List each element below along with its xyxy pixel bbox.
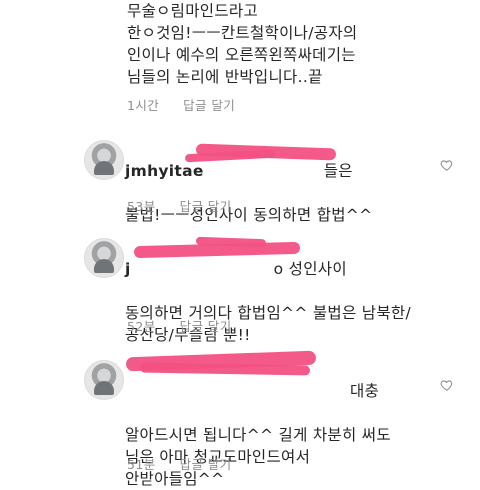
- profile-avatar[interactable]: [84, 238, 124, 278]
- comment-meta: 51분 답글 달기: [127, 454, 232, 473]
- comment-username[interactable]: jmhyitae: [125, 162, 204, 180]
- reply-button[interactable]: 답글 달기: [183, 95, 235, 114]
- reply-button[interactable]: 답글 달기: [180, 196, 232, 215]
- comment-username[interactable]: j: [125, 260, 131, 278]
- heart-outline-icon[interactable]: [440, 158, 454, 172]
- comment-meta: 52분 답글 달기: [127, 316, 232, 335]
- profile-avatar[interactable]: [84, 360, 124, 400]
- reply-button[interactable]: 답글 달기: [180, 454, 232, 473]
- comment-time: 1시간: [127, 98, 160, 113]
- comment-time: 53분: [127, 199, 156, 214]
- profile-avatar[interactable]: [84, 140, 124, 180]
- heart-outline-icon[interactable]: [440, 378, 454, 392]
- comment-text-inline: 들은: [323, 162, 353, 180]
- comment-time: 52분: [127, 319, 156, 334]
- comment-meta: 53분 답글 달기: [127, 196, 232, 215]
- comment-text: 무술ㅇ림마인드라고 한ㅇ것임!ㅡㅡ칸트철학이나/공자의 인이나 예수의 오른쪽왼…: [127, 2, 358, 86]
- comment-top: 무술ㅇ림마인드라고 한ㅇ것임!ㅡㅡ칸트철학이나/공자의 인이나 예수의 오른쪽왼…: [127, 0, 427, 88]
- comment-thread: 무술ㅇ림마인드라고 한ㅇ것임!ㅡㅡ칸트철학이나/공자의 인이나 예수의 오른쪽왼…: [0, 0, 480, 488]
- comment-text-inline: 대충: [350, 382, 380, 400]
- comment-meta: 1시간 답글 달기: [127, 95, 235, 114]
- comment-time: 51분: [127, 457, 156, 472]
- reply-button[interactable]: 답글 달기: [180, 316, 232, 335]
- comment-text-inline: o 성인사이: [273, 260, 347, 278]
